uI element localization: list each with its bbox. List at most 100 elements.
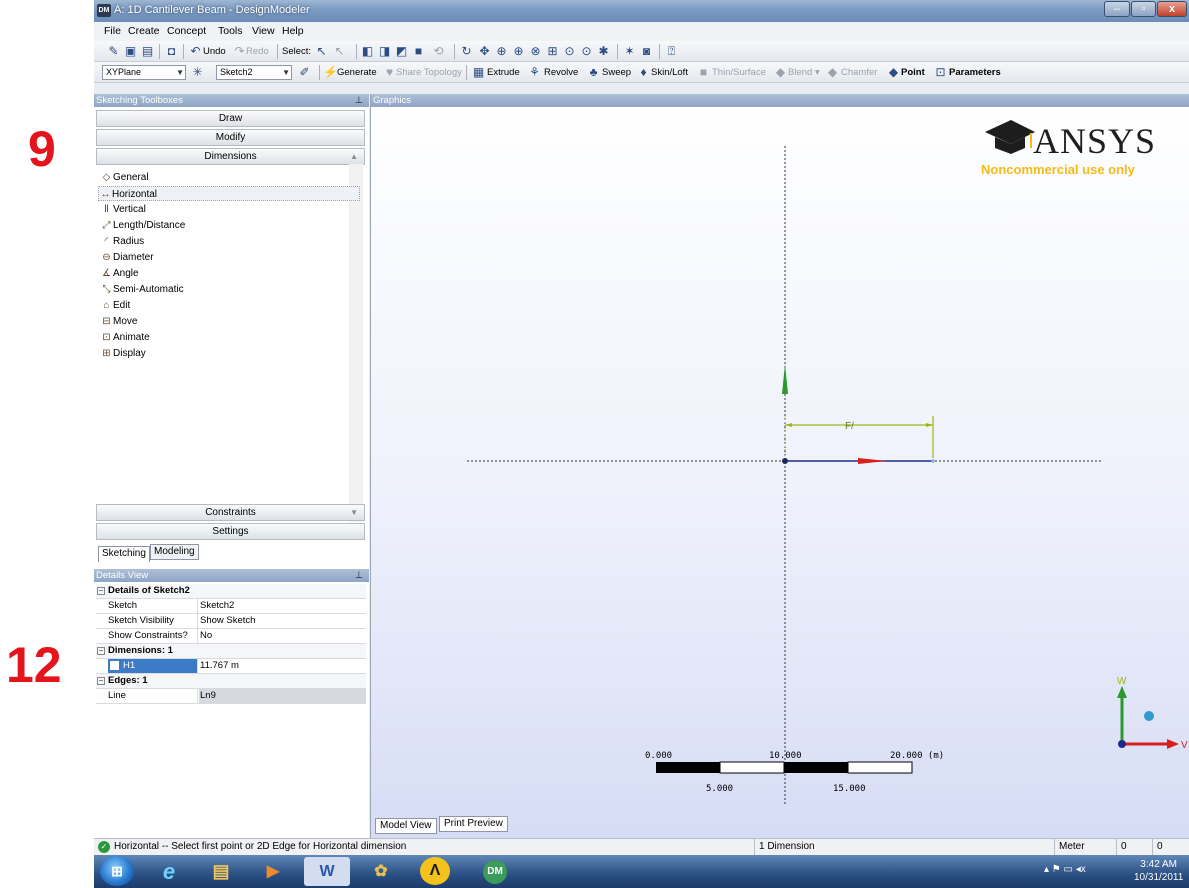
status-units[interactable]: Meter — [1054, 839, 1116, 855]
zoom-box-icon[interactable]: ⊕ — [511, 44, 526, 59]
dim-semi-automatic[interactable]: ⤡ Semi-Automatic — [100, 282, 184, 297]
save-icon[interactable]: ▣ — [123, 44, 138, 59]
dim-edit[interactable]: ⌂ Edit — [100, 298, 130, 313]
menu-create[interactable]: Create — [128, 25, 160, 37]
revolve-button[interactable]: Revolve — [544, 67, 578, 78]
new-icon[interactable]: ✎ — [106, 44, 121, 59]
new-sketch-icon[interactable]: ✐ — [297, 65, 312, 80]
screenshot-icon[interactable]: ◘ — [164, 44, 179, 59]
parameter-checkbox[interactable] — [110, 661, 119, 670]
triad-icon[interactable]: ✶ — [622, 44, 637, 59]
toolbox-constraints[interactable]: Constraints ▼ — [96, 504, 365, 521]
dim-angle[interactable]: ∡ Angle — [100, 266, 139, 281]
tab-model-view[interactable]: Model View — [375, 818, 437, 834]
extend-icon[interactable]: ⟲ — [431, 44, 446, 59]
undo-button[interactable]: Undo — [203, 46, 226, 57]
pin-icon[interactable]: ⊥ — [355, 94, 363, 107]
toolbox-settings[interactable]: Settings — [96, 523, 365, 540]
skin-loft-icon[interactable]: ♦ — [636, 65, 651, 80]
generate-icon[interactable]: ⚡ — [323, 65, 338, 80]
sweep-button[interactable]: Sweep — [602, 67, 631, 78]
edge-row-line[interactable]: Line Ln9 — [96, 689, 366, 704]
dimension-row-h1[interactable]: H1 11.767 m — [96, 659, 366, 674]
tab-sketching[interactable]: Sketching — [98, 546, 150, 562]
details-row-show-constraints[interactable]: Show Constraints? No — [96, 629, 366, 644]
point-button[interactable]: Point — [901, 67, 925, 78]
menu-file[interactable]: File — [104, 25, 121, 37]
plane-select[interactable]: XYPlane ▼ — [102, 65, 186, 80]
skin-loft-button[interactable]: Skin/Loft — [651, 67, 688, 78]
rotate-icon[interactable]: ↻ — [459, 44, 474, 59]
menu-concept[interactable]: Concept — [167, 25, 206, 37]
menu-help[interactable]: Help — [282, 25, 304, 37]
display-icon[interactable]: ◙ — [639, 44, 654, 59]
edge-filter-icon[interactable]: ◨ — [377, 44, 392, 59]
toolbox-modify[interactable]: Modify — [96, 129, 365, 146]
magnifier-window-icon[interactable]: ⊞ — [545, 44, 560, 59]
previous-view-icon[interactable]: ⊙ — [562, 44, 577, 59]
collapse-icon[interactable]: − — [97, 677, 105, 685]
dim-horizontal[interactable]: ↔ Horizontal — [98, 186, 360, 201]
start-button[interactable]: ⊞ — [100, 856, 134, 886]
dimension-value[interactable]: 11.767 m — [200, 659, 239, 673]
file-explorer-icon[interactable]: ▤ — [198, 857, 244, 886]
toolbox-draw[interactable]: Draw — [96, 110, 365, 127]
close-button[interactable]: x — [1157, 1, 1187, 17]
dimensions-scrollbar[interactable] — [349, 164, 363, 522]
ansys-workbench-icon[interactable]: Λ — [420, 857, 450, 885]
dim-move[interactable]: ⊟ Move — [100, 314, 137, 329]
dim-general[interactable]: ◇ General — [100, 170, 149, 185]
scroll-down-icon[interactable]: ▼ — [350, 505, 358, 520]
zoom-icon[interactable]: ⊕ — [494, 44, 509, 59]
sweep-icon[interactable]: ♣ — [586, 65, 601, 80]
select-mode-icon[interactable]: ↖ — [314, 44, 329, 59]
clock[interactable]: 3:42 AM 10/31/2011 — [1134, 858, 1183, 884]
dim-radius[interactable]: ◜ Radius — [100, 234, 145, 249]
dim-length-distance[interactable]: ⤢ Length/Distance — [100, 218, 186, 233]
maximize-button[interactable]: ▫ — [1131, 1, 1156, 17]
dim-animate[interactable]: ⊡ Animate — [100, 330, 149, 345]
parameters-button[interactable]: Parameters — [949, 67, 1001, 78]
dim-vertical[interactable]: Ⅱ Vertical — [100, 202, 146, 217]
minimize-button[interactable]: – — [1104, 1, 1130, 17]
zoom-fit-icon[interactable]: ⊗ — [528, 44, 543, 59]
toolbox-dimensions[interactable]: Dimensions ▲ — [96, 148, 365, 165]
pin-icon[interactable]: ⊥ — [355, 569, 363, 582]
revolve-icon[interactable]: ⚘ — [527, 65, 542, 80]
collapse-icon[interactable]: − — [97, 647, 105, 655]
menu-view[interactable]: View — [252, 25, 275, 37]
face-filter-icon[interactable]: ◩ — [394, 44, 409, 59]
paint-icon[interactable]: ✿ — [358, 857, 404, 886]
point-filter-icon[interactable]: ◧ — [360, 44, 375, 59]
dimensions-group-row[interactable]: − Dimensions: 1 — [96, 644, 366, 659]
tab-print-preview[interactable]: Print Preview — [439, 816, 508, 832]
context-help-icon[interactable]: ⍰ — [664, 44, 679, 59]
menu-tools[interactable]: Tools — [218, 25, 243, 37]
dim-diameter[interactable]: ⊖ Diameter — [100, 250, 153, 265]
word-icon[interactable]: W — [304, 857, 350, 886]
details-group-row[interactable]: − Details of Sketch2 — [96, 584, 366, 599]
new-plane-icon[interactable]: ✳ — [190, 65, 205, 80]
tab-modeling[interactable]: Modeling — [150, 544, 199, 560]
edges-group-row[interactable]: − Edges: 1 — [96, 674, 366, 689]
generate-button[interactable]: Generate — [337, 67, 377, 78]
body-filter-icon[interactable]: ■ — [411, 44, 426, 59]
sketch-select[interactable]: Sketch2 ▼ — [216, 65, 292, 80]
designmodeler-task[interactable]: DM — [472, 857, 518, 886]
parameters-icon[interactable]: ⊡ — [933, 65, 948, 80]
collapse-icon[interactable]: − — [97, 587, 105, 595]
point-icon[interactable]: ◆ — [886, 65, 901, 80]
sketch-canvas[interactable]: F/ W V — [371, 94, 1189, 838]
next-view-icon[interactable]: ⊙ — [579, 44, 594, 59]
extrude-button[interactable]: Extrude — [487, 67, 520, 78]
dim-display[interactable]: ⊞ Display — [100, 346, 146, 361]
export-icon[interactable]: ▤ — [140, 44, 155, 59]
scroll-up-icon[interactable]: ▲ — [350, 149, 358, 164]
iso-view-icon[interactable]: ✱ — [596, 44, 611, 59]
internet-explorer-icon[interactable]: e — [146, 857, 192, 886]
graphics-viewport[interactable]: Graphics ANSYS Noncommercial use only F/… — [370, 94, 1189, 838]
undo-icon[interactable]: ↶ — [188, 44, 203, 59]
extrude-icon[interactable]: ▦ — [471, 65, 486, 80]
tray-icons[interactable]: ▴ ⚑ ▭ ◂x — [1044, 864, 1086, 875]
pan-icon[interactable]: ✥ — [477, 44, 492, 59]
